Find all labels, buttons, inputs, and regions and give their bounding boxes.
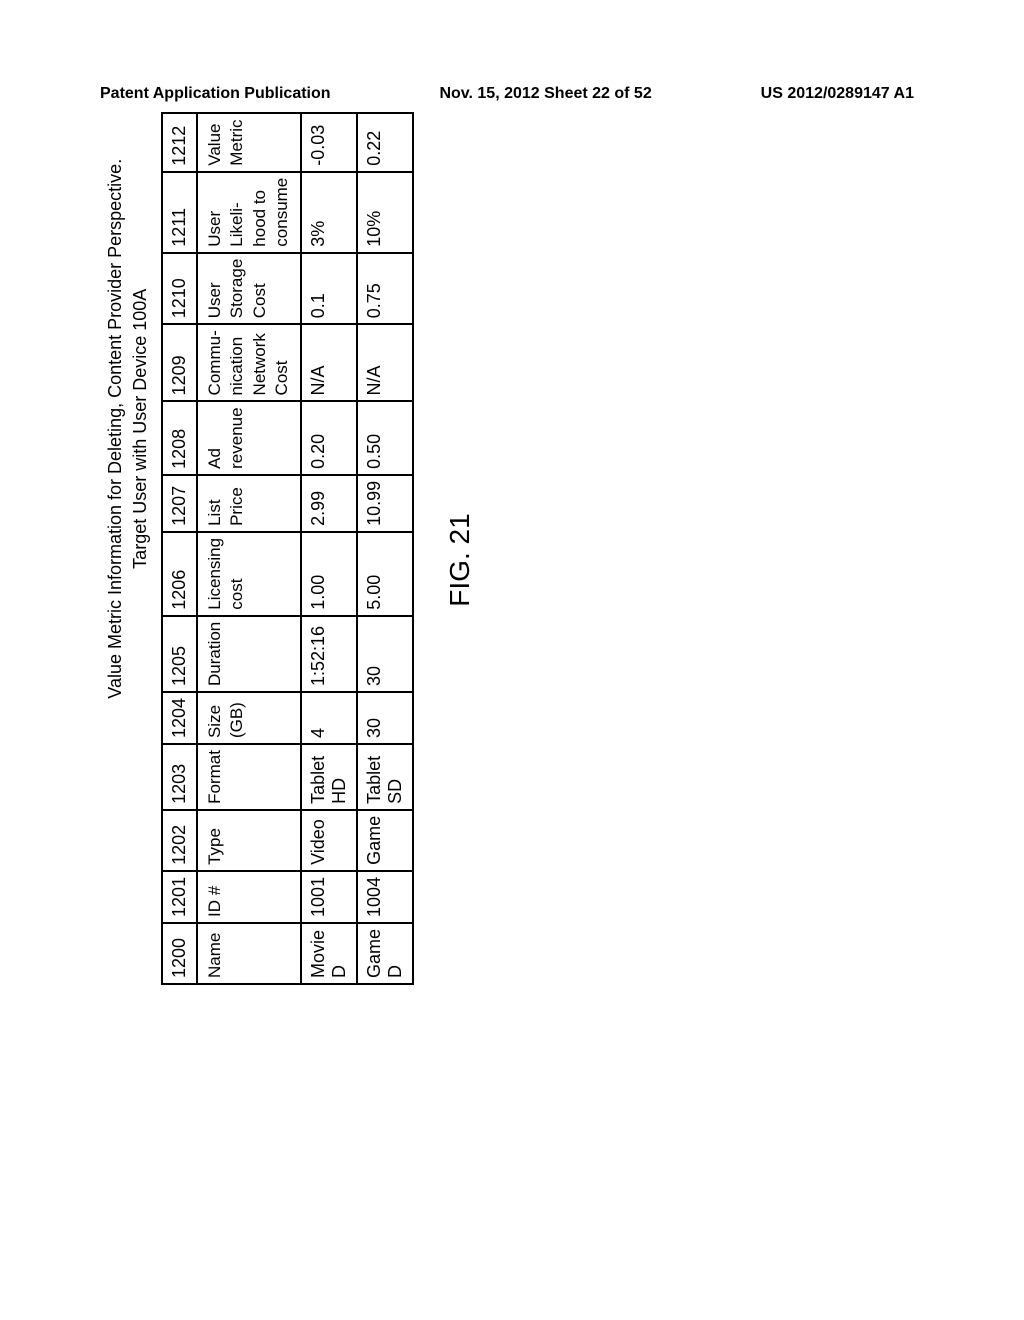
cell: 0.20 [301, 401, 357, 474]
col-label: Duration [197, 616, 301, 692]
cell: 30 [357, 692, 413, 744]
col-num: 1205 [162, 616, 197, 692]
cell: 0.1 [301, 253, 357, 325]
cell: N/A [357, 324, 413, 401]
col-num: 1200 [162, 923, 197, 984]
col-label: Type [197, 810, 301, 871]
header-center: Nov. 15, 2012 Sheet 22 of 52 [439, 85, 651, 103]
col-num: 1210 [162, 253, 197, 325]
col-num: 1212 [162, 113, 197, 171]
col-num: 1201 [162, 871, 197, 923]
col-label: Name [197, 923, 301, 984]
cell: -0.03 [301, 113, 357, 171]
cell: 10.99 [357, 475, 413, 532]
cell: 4 [301, 692, 357, 744]
col-label: Size (GB) [197, 692, 301, 744]
cell: Game [357, 810, 413, 871]
col-num: 1204 [162, 692, 197, 744]
cell: 1004 [357, 871, 413, 923]
cell: 5.00 [357, 532, 413, 616]
table-row: Movie D 1001 Video Tablet HD 4 1:52:16 1… [301, 113, 357, 984]
col-label: Value Metric [197, 113, 301, 171]
header-right: US 2012/0289147 A1 [761, 85, 914, 103]
col-num: 1208 [162, 401, 197, 474]
cell: 0.75 [357, 253, 413, 325]
page-header: Patent Application Publication Nov. 15, … [100, 85, 914, 103]
column-number-row: 1200 1201 1202 1203 1204 1205 1206 1207 … [162, 113, 197, 984]
col-label: Format [197, 744, 301, 810]
cell: Video [301, 810, 357, 871]
cell: 1001 [301, 871, 357, 923]
col-num: 1203 [162, 744, 197, 810]
cell: 0.50 [357, 401, 413, 474]
title-blank [95, 744, 162, 984]
cell: 2.99 [301, 475, 357, 532]
title-line1: Value Metric Information for Deleting, C… [105, 159, 125, 699]
cell: Game D [357, 923, 413, 984]
col-num: 1202 [162, 810, 197, 871]
header-left: Patent Application Publication [100, 85, 331, 103]
col-label: User Storage Cost [197, 253, 301, 325]
col-label: Ad revenue [197, 401, 301, 474]
col-num: 1211 [162, 172, 197, 253]
figure-caption: FIG. 21 [444, 513, 476, 606]
cell: 10% [357, 172, 413, 253]
col-label: Commu-nication Network Cost [197, 324, 301, 401]
cell: Tablet HD [301, 744, 357, 810]
col-label: User Likeli-hood to consume [197, 172, 301, 253]
table-title: Value Metric Information for Deleting, C… [95, 113, 162, 744]
cell: 1:52:16 [301, 616, 357, 692]
cell: 1.00 [301, 532, 357, 616]
title-line2: Target User with User Device 100A [130, 289, 150, 569]
col-label: ID # [197, 871, 301, 923]
rotated-content: Value Metric Information for Deleting, C… [95, 200, 945, 920]
cell: Tablet SD [357, 744, 413, 810]
cell: 3% [301, 172, 357, 253]
col-num: 1207 [162, 475, 197, 532]
table-container: Value Metric Information for Deleting, C… [95, 135, 414, 985]
col-num: 1209 [162, 324, 197, 401]
col-label: List Price [197, 475, 301, 532]
col-num: 1206 [162, 532, 197, 616]
table-row: Game D 1004 Game Tablet SD 30 30 5.00 10… [357, 113, 413, 984]
col-label: Licensing cost [197, 532, 301, 616]
column-label-row: Name ID # Type Format Size (GB) Duration… [197, 113, 301, 984]
cell: 30 [357, 616, 413, 692]
cell: N/A [301, 324, 357, 401]
cell: 0.22 [357, 113, 413, 171]
value-metric-table: Value Metric Information for Deleting, C… [95, 112, 414, 985]
table-title-row: Value Metric Information for Deleting, C… [95, 113, 162, 984]
cell: Movie D [301, 923, 357, 984]
